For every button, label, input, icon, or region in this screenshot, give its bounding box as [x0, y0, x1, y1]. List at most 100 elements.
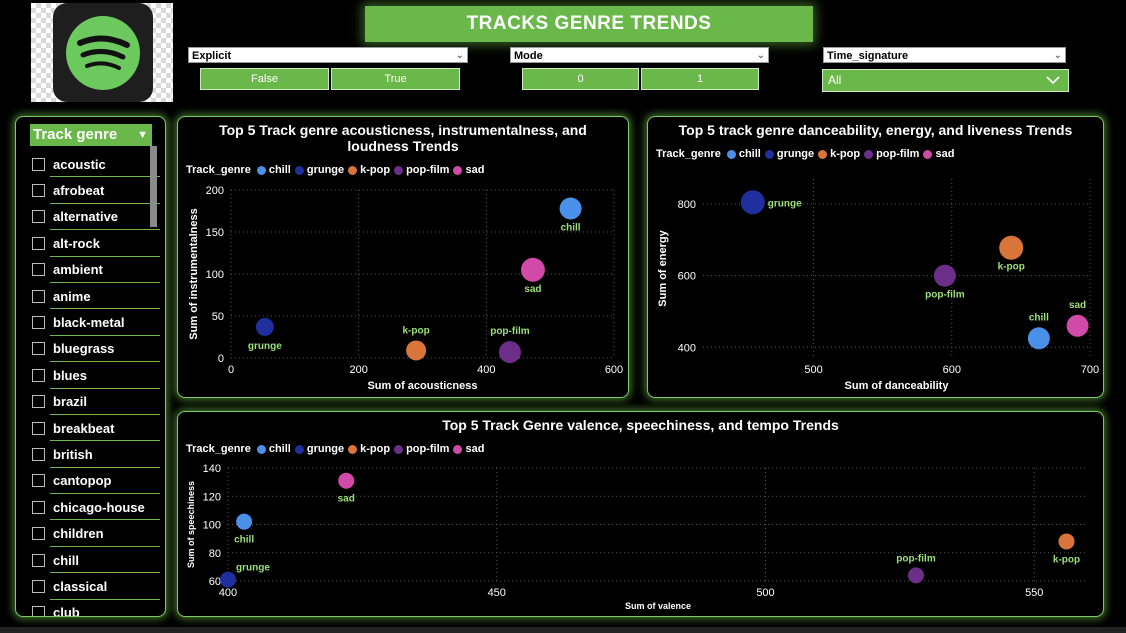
genre-item-bluegrass[interactable]: bluegrass [30, 336, 160, 363]
genre-checkbox[interactable] [32, 157, 45, 171]
time-signature-slicer-header[interactable]: Time_signature ⌄ [823, 47, 1066, 63]
y-tick-label: 60 [209, 576, 221, 588]
genre-item-british[interactable]: british [30, 441, 160, 469]
genre-label: blues [53, 367, 87, 383]
genre-checkbox[interactable] [32, 500, 45, 514]
data-point-pop-film [933, 264, 956, 287]
genre-checkbox[interactable] [32, 263, 45, 277]
y-tick-label: 120 [203, 491, 221, 503]
genre-checkbox[interactable] [32, 421, 45, 435]
genre-label: alt-rock [53, 235, 100, 251]
genre-item-alternative[interactable]: alternative [30, 204, 160, 231]
x-axis-label: Sum of danceability [845, 380, 950, 392]
data-point-grunge [220, 571, 236, 588]
data-label-pop-film: pop-film [490, 326, 530, 337]
time-signature-slicer-label: Time_signature [827, 50, 909, 62]
genre-item-blues[interactable]: blues [30, 362, 160, 389]
data-point-pop-film [908, 567, 924, 584]
data-label-chill: chill [561, 222, 581, 233]
genre-label: british [53, 446, 93, 462]
x-tick-label: 0 [228, 364, 234, 376]
genre-checkbox[interactable] [32, 316, 45, 330]
genre-item-classical[interactable]: classical [30, 573, 160, 601]
genre-checkbox[interactable] [32, 553, 45, 567]
data-point-sad [338, 472, 355, 489]
genre-item-brazil[interactable]: brazil [30, 389, 160, 416]
genre-item-cantopop[interactable]: cantopop [30, 468, 160, 495]
data-label-k-pop: k-pop [998, 262, 1025, 273]
x-tick-label: 450 [488, 587, 506, 599]
genre-label: alternative [53, 209, 119, 225]
y-tick-label: 140 [203, 463, 221, 475]
data-point-k-pop [1058, 533, 1075, 550]
page-title: TRACKS GENRE TRENDS [466, 13, 712, 34]
data-label-grunge: grunge [236, 563, 270, 574]
genre-label: bluegrass [53, 341, 115, 357]
genre-item-alt-rock[interactable]: alt-rock [30, 230, 160, 257]
chart-2-plot: 500 600 700 400 600 800 Sum of danceability Sum… [657, 179, 1099, 392]
genre-checkbox[interactable] [32, 447, 45, 461]
explicit-slicer-label: Explicit [192, 50, 232, 62]
genre-checkbox[interactable] [32, 210, 45, 224]
chevron-down-icon [1046, 76, 1060, 85]
genre-item-chill[interactable]: chill [30, 547, 160, 574]
chevron-down-icon: ⌄ [1053, 50, 1062, 61]
x-axis-label: Sum of valence [625, 601, 691, 611]
genre-checkbox[interactable] [32, 527, 45, 541]
data-label-k-pop: k-pop [1053, 554, 1080, 565]
spotify-icon [66, 15, 140, 90]
genre-item-ambient[interactable]: ambient [30, 257, 160, 284]
y-tick-label: 200 [206, 185, 224, 197]
genre-item-acoustic[interactable]: acoustic [30, 151, 160, 178]
genre-checkbox[interactable] [32, 395, 45, 409]
genre-checkbox[interactable] [32, 579, 45, 593]
page-tab-bar[interactable] [0, 627, 1126, 633]
data-point-k-pop [999, 235, 1024, 260]
data-point-k-pop [406, 340, 427, 361]
y-axis-label: Sum of energy [657, 229, 669, 306]
y-tick-label: 600 [678, 271, 696, 283]
page-title-banner: TRACKS GENRE TRENDS [365, 6, 813, 42]
y-tick-label: 100 [206, 269, 224, 281]
genre-item-chicago-house[interactable]: chicago-house [30, 494, 160, 521]
genre-list: acoustic afrobeat alternative alt-rock ambie… [30, 151, 160, 616]
y-tick-label: 150 [206, 227, 224, 239]
genre-checkbox[interactable] [32, 289, 45, 303]
y-tick-label: 80 [209, 548, 221, 560]
genre-label: afrobeat [53, 183, 105, 199]
genre-label: children [53, 526, 104, 542]
track-genre-slicer: Track genre ▼ acoustic afrobeat alternativ… [15, 116, 166, 617]
time-signature-dropdown[interactable]: All [822, 69, 1069, 92]
genre-checkbox[interactable] [32, 236, 45, 250]
data-point-chill [559, 197, 582, 220]
danceability-chart-panel: Top 5 track genre danceability, energy, … [647, 116, 1104, 398]
mode-0-button[interactable]: 0 [522, 68, 639, 90]
mode-slicer-header[interactable]: Mode ⌄ [510, 47, 769, 63]
genre-item-afrobeat[interactable]: afrobeat [30, 177, 160, 205]
explicit-slicer-header[interactable]: Explicit ⌄ [188, 47, 468, 63]
x-tick-label: 400 [477, 364, 495, 376]
explicit-true-button[interactable]: True [331, 68, 460, 90]
genre-checkbox[interactable] [32, 184, 45, 198]
chart-1-plot: 0 200 400 600050100150200Sum of acousticnes… [188, 185, 623, 392]
data-label-grunge: grunge [768, 198, 802, 209]
data-point-sad [520, 257, 545, 282]
genre-checkbox[interactable] [32, 606, 45, 616]
genre-checkbox[interactable] [32, 368, 45, 382]
track-genre-slicer-header[interactable]: Track genre ▼ [30, 124, 152, 146]
data-point-sad [1066, 314, 1089, 337]
genre-list-scrollbar[interactable] [150, 146, 157, 227]
genre-checkbox[interactable] [32, 342, 45, 356]
genre-item-club[interactable]: club [30, 600, 160, 616]
explicit-false-button[interactable]: False [200, 68, 329, 90]
genre-item-children[interactable]: children [30, 520, 160, 548]
x-tick-label: 400 [219, 587, 237, 599]
genre-item-breakbeat[interactable]: breakbeat [30, 415, 160, 442]
genre-label: anime [53, 288, 91, 304]
x-tick-label: 500 [756, 587, 774, 599]
genre-item-black-metal[interactable]: black-metal [30, 309, 160, 337]
genre-item-anime[interactable]: anime [30, 283, 160, 310]
data-point-chill [1027, 327, 1050, 350]
genre-checkbox[interactable] [32, 474, 45, 488]
mode-1-button[interactable]: 1 [641, 68, 759, 90]
